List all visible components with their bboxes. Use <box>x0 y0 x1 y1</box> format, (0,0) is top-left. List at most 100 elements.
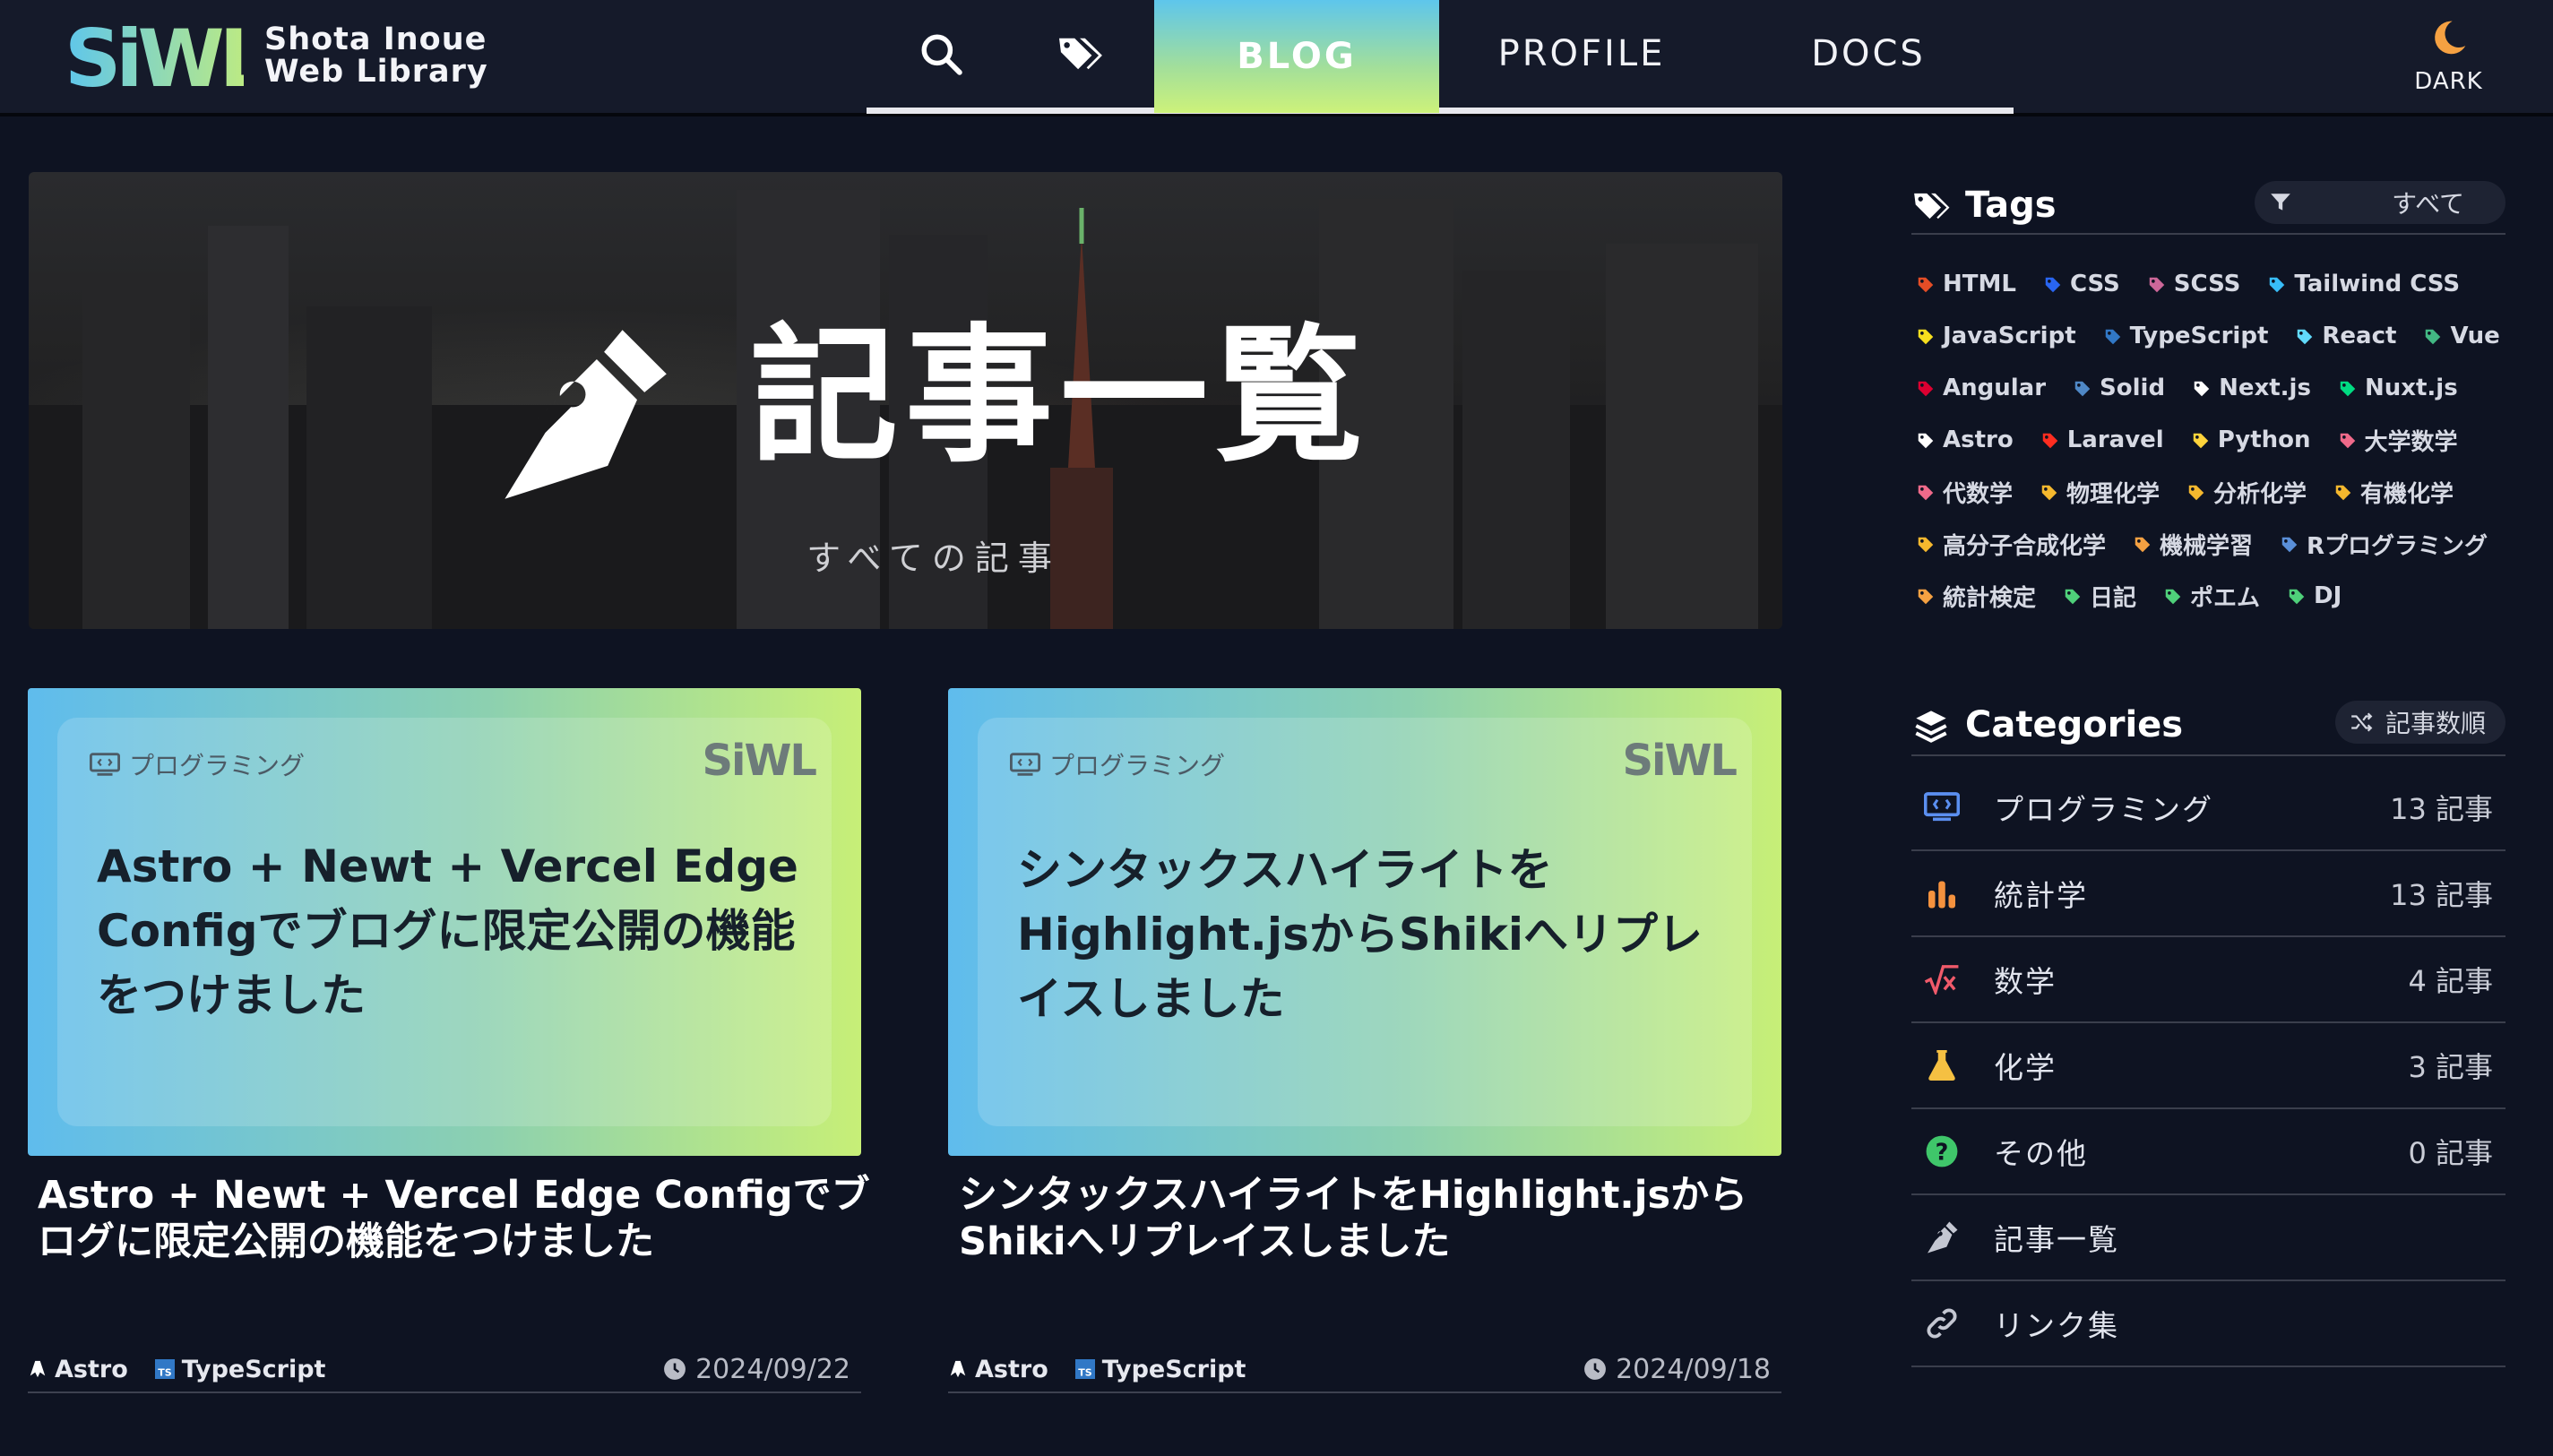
tag-link[interactable]: Python <box>2191 426 2311 453</box>
tag-icon <box>2147 274 2167 294</box>
tag-link[interactable]: 大学数学 <box>2338 424 2458 457</box>
tag-label: DJ <box>2314 582 2342 609</box>
nav-profile[interactable]: PROFILE <box>1470 0 1694 108</box>
pen-icon <box>1922 1218 1962 1257</box>
article-card-title[interactable]: シンタックスハイライトをHighlight.jsからShikiへリプレイスしまし… <box>959 1172 1792 1265</box>
categories-section-header: Categories 記事数順 <box>1911 701 2506 756</box>
question-icon: ? <box>1922 1132 1962 1171</box>
tag-link[interactable]: 統計検定 <box>1916 580 2036 613</box>
astro-icon <box>30 1360 46 1378</box>
tag-link[interactable]: React <box>2295 323 2396 349</box>
card-thumb-title: Astro + Newt + Vercel Edge Configでブログに限定… <box>97 840 798 1021</box>
tags-title: Tags <box>1965 185 2057 226</box>
tag-link[interactable]: JavaScript <box>1916 323 2076 349</box>
tag-link[interactable]: Angular <box>1916 375 2046 401</box>
top-header: SiWL Shota Inoue Web Library BLOG PROFIL… <box>0 0 2553 116</box>
tag-link[interactable]: CSS <box>2043 271 2120 297</box>
tag-icon <box>2186 482 2206 502</box>
category-name: 記事一覧 <box>1994 1222 2119 1257</box>
tag-link[interactable]: Nuxt.js <box>2338 375 2458 401</box>
category-name: 化学 <box>1994 1050 2057 1085</box>
category-row[interactable]: プログラミング 13 記事 <box>1911 765 2506 851</box>
moon-icon <box>2434 21 2465 55</box>
tag-icon <box>1916 274 1936 294</box>
search-button[interactable] <box>896 0 986 108</box>
tag-label: Python <box>2217 426 2311 453</box>
article-card-thumbnail[interactable]: プログラミング SiWL Astro + Newt + Vercel Edge … <box>28 688 861 1156</box>
sqrt-icon <box>1922 960 1962 999</box>
tag-link[interactable]: SCSS <box>2147 271 2240 297</box>
tag-link[interactable]: Rプログラミング <box>2280 528 2488 561</box>
tag-icon <box>1916 482 1936 502</box>
category-row[interactable]: リンク集 <box>1911 1281 2506 1367</box>
hero-title: 記事一覧 <box>750 310 1370 482</box>
tag-astro[interactable]: Astro <box>948 1356 1048 1383</box>
site-logo-icon[interactable]: SiWL <box>65 7 244 97</box>
tag-link[interactable]: HTML <box>1916 271 2016 297</box>
tag-link[interactable]: Next.js <box>2192 375 2311 401</box>
categories-sort-button[interactable]: 記事数順 <box>2335 701 2506 744</box>
tag-astro[interactable]: Astro <box>28 1356 128 1383</box>
tag-icon <box>2192 378 2212 398</box>
category-count: 0 記事 <box>2408 1136 2493 1170</box>
tag-link[interactable]: Astro <box>1916 426 2014 453</box>
card-category: プログラミング <box>90 746 305 782</box>
tag-link[interactable]: Laravel <box>2040 426 2164 453</box>
tag-link[interactable]: TypeScript <box>2103 323 2269 349</box>
tag-row: 統計検定 日記 ポエム DJ <box>1916 570 2507 622</box>
tag-row: JavaScript TypeScript React Vue <box>1916 310 2507 362</box>
tag-link[interactable]: 機械学習 <box>2133 528 2253 561</box>
category-row[interactable]: 数学 4 記事 <box>1911 937 2506 1023</box>
category-count: 4 記事 <box>2408 964 2493 998</box>
tag-link[interactable]: 分析化学 <box>2186 476 2307 509</box>
article-card-thumbnail[interactable]: プログラミング SiWL シンタックスハイライトをHighlight.jsからS… <box>948 688 1781 1156</box>
category-row[interactable]: ? その他 0 記事 <box>1911 1109 2506 1195</box>
tag-typescript[interactable]: TS TypeScript <box>1074 1355 1246 1383</box>
tag-label: Vue <box>2450 323 2500 349</box>
site-title-line1[interactable]: Shota Inoue <box>264 22 487 57</box>
category-count: 13 記事 <box>2390 792 2493 826</box>
tag-icon <box>2040 430 2060 450</box>
article-card-title[interactable]: Astro + Newt + Vercel Edge Configでブログに限定… <box>38 1172 871 1265</box>
tag-icon <box>2133 534 2152 554</box>
filter-icon <box>2271 194 2290 211</box>
tag-label: 有機化学 <box>2360 480 2454 508</box>
site-title-line2[interactable]: Web Library <box>264 54 488 90</box>
tag-link[interactable]: ポエム <box>2163 580 2260 613</box>
tag-link[interactable]: Vue <box>2423 323 2500 349</box>
clock-icon <box>664 1358 686 1380</box>
tag-link[interactable]: 代数学 <box>1916 476 2013 509</box>
tag-link[interactable]: Tailwind CSS <box>2267 271 2460 297</box>
category-row[interactable]: 記事一覧 <box>1911 1195 2506 1281</box>
hero-banner: 記事一覧 すべての記事 <box>29 172 1782 629</box>
tags-button[interactable] <box>1035 0 1125 108</box>
tag-link[interactable]: DJ <box>2287 582 2342 609</box>
tag-link[interactable]: 有機化学 <box>2333 476 2454 509</box>
tag-link[interactable]: 日記 <box>2063 580 2136 613</box>
article-card-meta: Astro TS TypeScript 2024/09/22 <box>28 1347 861 1393</box>
tag-label: TypeScript <box>1101 1355 1246 1383</box>
tag-icon <box>2043 274 2063 294</box>
tag-label: TypeScript <box>2129 323 2269 349</box>
tag-label: JavaScript <box>1943 323 2076 349</box>
category-name: 数学 <box>1994 964 2057 999</box>
category-row[interactable]: 化学 3 記事 <box>1911 1023 2506 1109</box>
tag-link[interactable]: 物理化学 <box>2040 476 2160 509</box>
tag-icon <box>1916 534 1936 554</box>
tag-typescript[interactable]: TS TypeScript <box>154 1356 325 1383</box>
tag-icon <box>1916 430 1936 450</box>
tag-label: Laravel <box>2066 426 2164 453</box>
tags-filter-dropdown[interactable]: すべて <box>2255 181 2506 224</box>
tag-icon <box>2333 482 2353 502</box>
tag-link[interactable]: 高分子合成化学 <box>1916 528 2106 561</box>
nav-blog[interactable]: BLOG <box>1154 0 1439 113</box>
date-text: 2024/09/22 <box>695 1353 850 1385</box>
category-row[interactable]: 統計学 13 記事 <box>1911 851 2506 937</box>
tag-label: 分析化学 <box>2213 480 2307 508</box>
tag-icon <box>2338 378 2358 398</box>
article-card-meta: Astro TS TypeScript 2024/09/18 <box>948 1347 1781 1393</box>
tag-link[interactable]: Solid <box>2073 375 2165 401</box>
dark-mode-toggle[interactable]: DARK <box>2402 16 2496 106</box>
typescript-icon: TS <box>1074 1359 1095 1379</box>
nav-docs[interactable]: DOCS <box>1756 0 1980 108</box>
